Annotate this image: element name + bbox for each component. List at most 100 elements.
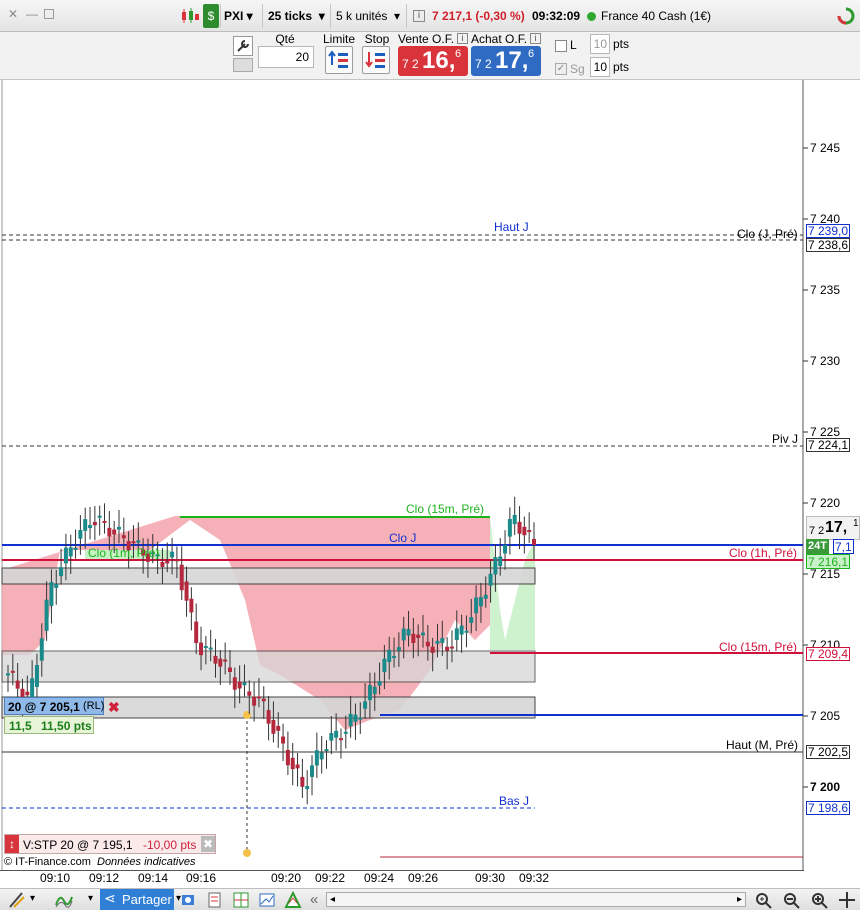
keyboard-icon[interactable] <box>233 58 253 72</box>
candle-body <box>165 560 170 564</box>
candle-body <box>358 717 363 720</box>
candle-body <box>266 710 271 724</box>
candle-body <box>430 646 435 653</box>
grid-icon[interactable] <box>232 891 250 909</box>
stop-order-button[interactable] <box>362 46 390 74</box>
maximize-window-icon[interactable] <box>44 9 54 19</box>
dollar-icon[interactable]: $ <box>203 4 219 28</box>
time-label: 09:24 <box>364 871 395 885</box>
sell-info-icon[interactable]: i <box>457 33 468 44</box>
candle-body <box>522 526 527 536</box>
piv-j-label: Piv J <box>772 432 799 446</box>
candle-body <box>372 686 377 695</box>
candle-body <box>503 544 508 554</box>
candle-body <box>517 521 522 534</box>
sell-button[interactable]: 7 2 16, 6 <box>398 46 468 76</box>
clo-1m-pre-label: Clo (1m, Pré) <box>88 546 160 560</box>
candle-body <box>54 583 59 588</box>
crosshair-icon[interactable] <box>838 891 856 909</box>
stop-checkbox[interactable]: ✓ <box>555 63 567 75</box>
candle-body <box>194 621 199 644</box>
candle-body <box>160 561 165 567</box>
scroll-left-icon[interactable]: ◂ <box>330 893 335 906</box>
zoom-out-icon[interactable] <box>782 891 800 909</box>
candle-body <box>498 556 503 567</box>
share-button[interactable]: ⋖ Partager <box>100 889 174 910</box>
limit-checkbox[interactable] <box>555 40 567 52</box>
candle-body <box>305 786 310 790</box>
minimize-window-icon[interactable]: — <box>26 8 38 20</box>
current-price-big: 17, <box>825 519 848 536</box>
limit-order-button[interactable] <box>325 46 353 74</box>
limit-distance-input[interactable]: 10 <box>590 34 610 54</box>
candle-body <box>324 749 329 752</box>
indicators-dropdown-icon[interactable]: ▾ <box>88 893 93 904</box>
candle-body <box>416 634 421 638</box>
stop-order-handle-icon[interactable]: ↕ <box>5 835 19 853</box>
candle-body <box>261 698 266 702</box>
wrench-icon[interactable] <box>233 36 253 56</box>
limit-order-tag[interactable]: 20 @ 7 205,1 (RL) <box>4 697 104 715</box>
draw-dropdown-icon[interactable]: ▾ <box>30 893 35 904</box>
symbol-selector[interactable]: PXI ▾ <box>224 6 253 26</box>
haut-j-label: Haut J <box>494 220 529 234</box>
candle-body <box>295 764 300 769</box>
buy-label: Achat O.F. <box>471 32 528 46</box>
buy-info-icon[interactable]: i <box>530 33 541 44</box>
candle-body <box>30 678 35 698</box>
cancel-limit-order-icon[interactable]: ✖ <box>108 699 120 716</box>
zoom-in-icon[interactable] <box>810 891 828 909</box>
sell-decimal: 6 <box>455 48 462 60</box>
price-tick-label: 7 205 <box>810 709 840 723</box>
candle-body <box>223 659 228 662</box>
stop-order-tag[interactable]: ↕ V:STP 20 @ 7 195,1 -10,00 pts ✖ <box>4 834 216 854</box>
draw-line-icon[interactable] <box>8 891 26 909</box>
chart-window-icon[interactable] <box>258 891 276 909</box>
candle-body <box>39 638 44 661</box>
price-tick-label: 7 235 <box>810 283 840 297</box>
indicators-icon[interactable] <box>55 891 73 909</box>
screenshot-icon[interactable] <box>180 891 198 909</box>
time-label: 09:16 <box>186 871 217 885</box>
horizontal-scrollbar[interactable]: ◂ ▸ <box>326 892 746 907</box>
qty-input[interactable]: 20 <box>258 46 314 68</box>
close-window-icon[interactable]: ✕ <box>8 8 20 20</box>
sell-price: 16, <box>422 47 456 74</box>
buy-button[interactable]: 7 2 17, 6 <box>471 46 541 76</box>
candlestick-icon[interactable] <box>180 8 200 24</box>
current-price-decimal: 1 <box>853 518 859 529</box>
cancel-stop-order-icon[interactable]: ✖ <box>201 836 215 852</box>
clo-j-label: Clo J <box>389 531 417 545</box>
candle-body <box>392 656 397 659</box>
candle-body <box>6 673 10 676</box>
copyright-text: © IT-Finance.com <box>4 856 91 868</box>
timeframe-selector[interactable]: 25 ticks ▾ <box>268 6 325 26</box>
notes-icon[interactable] <box>206 891 224 909</box>
stop-distance-input[interactable]: 10 <box>590 57 610 77</box>
candle-body <box>78 530 83 539</box>
refresh-icon[interactable] <box>836 6 856 26</box>
alert-icon[interactable] <box>284 891 302 909</box>
order-bar: Qté 20 Limite Stop Vente O.F. i 7 2 16, … <box>0 32 860 80</box>
scroll-right-icon[interactable]: ▸ <box>737 893 742 906</box>
candle-body <box>59 567 64 577</box>
candle-body <box>199 642 204 656</box>
stop-order-text: V:STP 20 @ 7 195,1 <box>23 838 133 852</box>
info-icon[interactable]: i <box>413 10 425 22</box>
zoom-fit-icon[interactable] <box>754 891 772 909</box>
candle-body <box>425 641 430 647</box>
price-tick-label: 7 225 <box>810 425 840 439</box>
price-chart[interactable]: 7 245 7 240 7 235 7 230 7 225 7 220 7 215 7 210… <box>0 80 860 870</box>
collapse-left-icon[interactable]: « <box>310 891 318 908</box>
units-selector[interactable]: 5 k unités ▾ <box>336 6 400 26</box>
limit-order-distance: 11,5 11,50 pts <box>4 716 94 734</box>
gray-zone-1 <box>1 567 536 585</box>
candle-body <box>179 564 184 591</box>
sell-label: Vente O.F. <box>398 32 455 46</box>
buy-decimal: 6 <box>528 48 535 60</box>
candle-body <box>112 529 117 535</box>
haut-m-pre-value: 7 202,5 <box>806 745 851 759</box>
price-tick-label: 7 220 <box>810 496 840 510</box>
candle-body <box>435 640 440 644</box>
candle-body <box>92 521 97 526</box>
